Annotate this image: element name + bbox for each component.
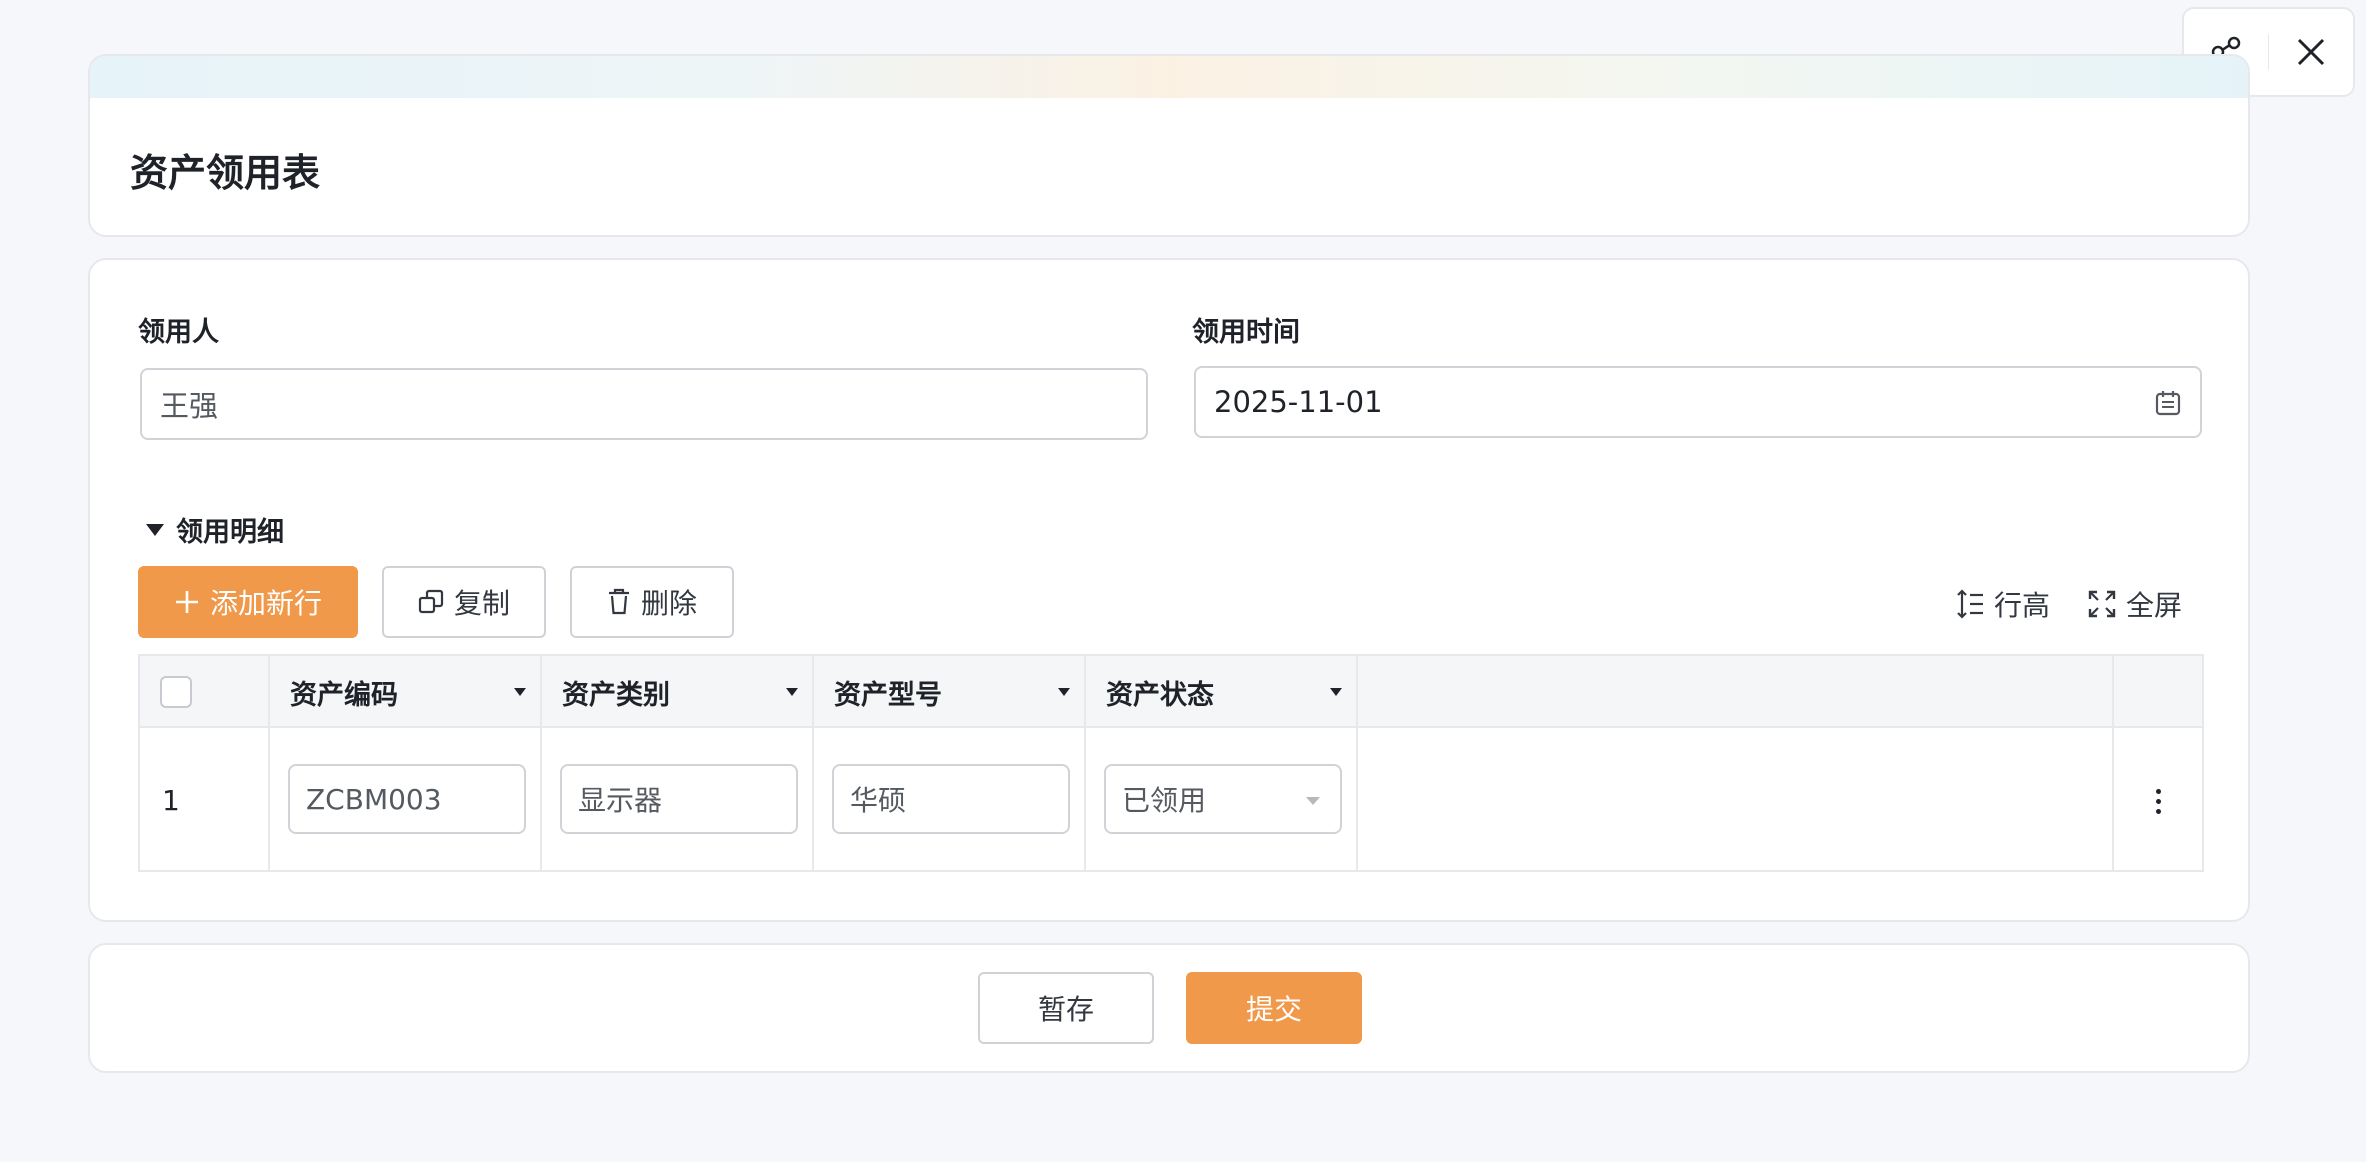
date-value: 2025-11-01 <box>1214 385 1383 419</box>
copy-icon <box>418 589 444 614</box>
fullscreen-button[interactable]: 全屏 <box>2088 584 2182 624</box>
column-header-asset-category[interactable]: 资产类别 <box>542 656 814 728</box>
add-row-label: 添加新行 <box>209 587 322 620</box>
close-button[interactable] <box>2269 9 2353 95</box>
more-vertical-icon-dot <box>2155 798 2161 804</box>
column-header-asset-code[interactable]: 资产编码 <box>270 656 542 728</box>
asset-code-value: ZCBM003 <box>306 782 442 816</box>
calendar-icon[interactable] <box>2154 389 2182 417</box>
save-draft-label: 暂存 <box>1037 993 1094 1026</box>
asset-status-value: 已领用 <box>1122 784 1207 817</box>
close-icon <box>2298 38 2325 66</box>
column-menu-caret-icon[interactable] <box>786 688 798 696</box>
column-menu-caret-icon[interactable] <box>514 688 526 696</box>
details-section-toggle[interactable]: 领用明细 <box>146 510 284 549</box>
trash-icon <box>608 588 629 615</box>
column-menu-caret-icon[interactable] <box>1058 688 1070 696</box>
column-header-label: 资产编码 <box>290 679 398 711</box>
fullscreen-label: 全屏 <box>2126 589 2183 622</box>
header-card: 资产领用表 <box>88 54 2250 237</box>
more-vertical-icon <box>2155 788 2161 794</box>
save-draft-button[interactable]: 暂存 <box>978 972 1154 1044</box>
column-header-label: 资产型号 <box>834 679 942 711</box>
row-height-icon <box>1957 589 1983 619</box>
asset-category-input[interactable]: 显示器 <box>560 764 798 834</box>
asset-code-input[interactable]: ZCBM003 <box>288 764 526 834</box>
details-section-label: 领用明细 <box>176 517 284 548</box>
asset-model-input[interactable]: 华硕 <box>832 764 1070 834</box>
recipient-label: 领用人 <box>138 317 219 348</box>
fullscreen-icon <box>2088 590 2116 618</box>
row-height-button[interactable]: 行高 <box>1956 584 2050 624</box>
column-divider <box>1358 656 2114 870</box>
plus-icon <box>175 591 198 613</box>
row-index: 1 <box>162 784 180 817</box>
column-header-asset-model[interactable]: 资产型号 <box>814 656 1086 728</box>
submit-button[interactable]: 提交 <box>1186 972 1362 1044</box>
row-more-button[interactable] <box>2114 730 2202 872</box>
date-picker-input[interactable]: 2025-11-01 <box>1194 366 2202 438</box>
form-card: 领用人 王强 领用时间 2025-11-01 领用明细 添加新行 复制 删除 行… <box>88 258 2250 922</box>
copy-label: 复制 <box>453 587 510 620</box>
delete-button[interactable]: 删除 <box>570 566 734 638</box>
recipient-value: 王强 <box>160 389 219 423</box>
select-all-checkbox[interactable] <box>160 676 192 708</box>
asset-category-value: 显示器 <box>578 784 663 817</box>
delete-label: 删除 <box>640 587 697 620</box>
row-height-label: 行高 <box>1994 589 2051 622</box>
column-header-asset-status[interactable]: 资产状态 <box>1086 656 1358 728</box>
asset-model-value: 华硕 <box>850 784 907 817</box>
submit-label: 提交 <box>1245 993 1302 1026</box>
copy-button[interactable]: 复制 <box>382 566 546 638</box>
more-vertical-icon-dot <box>2155 808 2161 814</box>
page-title: 资产领用表 <box>130 151 321 195</box>
column-header-label: 资产类别 <box>562 679 670 711</box>
date-label: 领用时间 <box>1192 317 1300 348</box>
recipient-input[interactable]: 王强 <box>140 368 1148 440</box>
header-gradient-strip <box>90 56 2248 98</box>
column-menu-caret-icon[interactable] <box>1330 688 1342 696</box>
asset-status-select[interactable]: 已领用 <box>1104 764 1342 834</box>
add-row-button[interactable]: 添加新行 <box>138 566 358 638</box>
details-table: 资产编码 资产类别 资产型号 资产状态 1 ZCBM003 显示器 华硕 已领用 <box>138 654 2204 872</box>
column-header-label: 资产状态 <box>1106 679 1214 711</box>
footer-card: 暂存 提交 <box>88 943 2250 1073</box>
caret-down-icon <box>146 523 164 536</box>
dropdown-arrow-icon <box>1306 797 1320 805</box>
